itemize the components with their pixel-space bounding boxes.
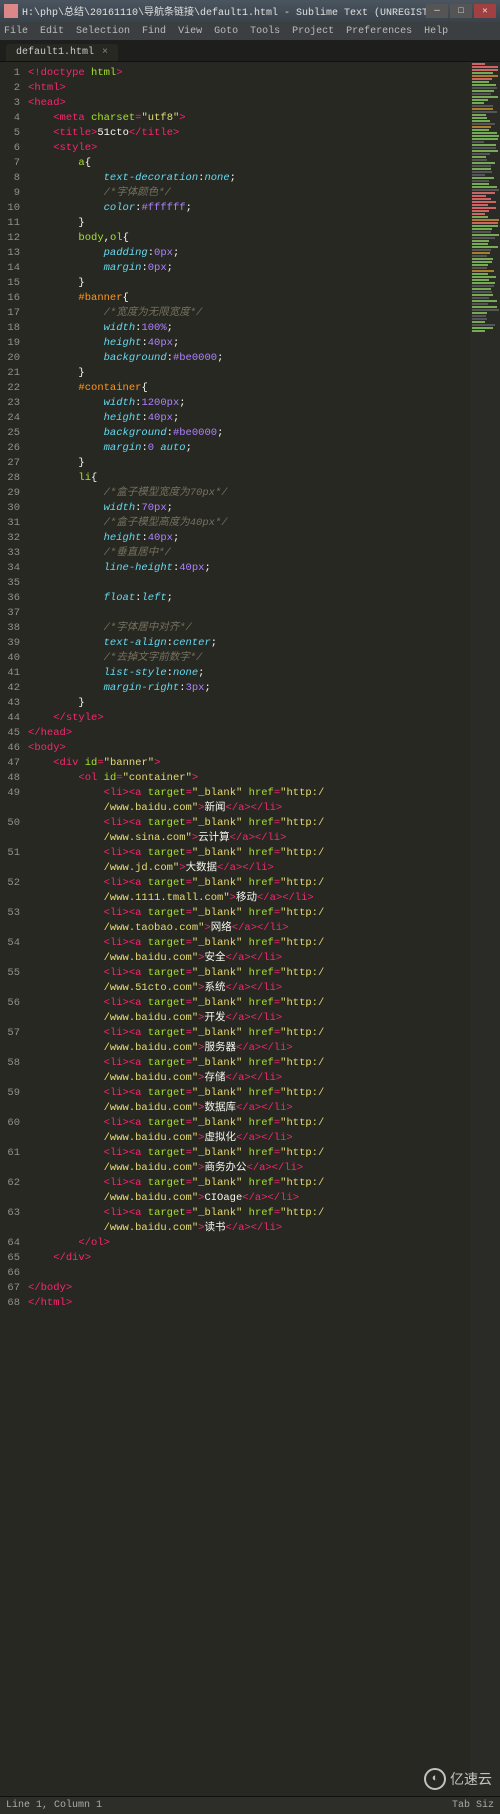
tab-label: default1.html <box>16 47 94 58</box>
menu-edit[interactable]: Edit <box>40 26 64 37</box>
menu-view[interactable]: View <box>178 26 202 37</box>
watermark-text: 亿速云 <box>450 1769 492 1789</box>
maximize-button[interactable]: □ <box>450 4 472 18</box>
menu-goto[interactable]: Goto <box>214 26 238 37</box>
tab-bar: default1.html × <box>0 40 500 62</box>
status-bar: Line 1, Column 1 Tab Siz <box>0 1796 500 1814</box>
menu-find[interactable]: Find <box>142 26 166 37</box>
watermark-icon: ◐ <box>424 1768 446 1790</box>
tab-default1[interactable]: default1.html × <box>6 44 118 61</box>
minimap[interactable] <box>470 62 500 1796</box>
menu-tools[interactable]: Tools <box>250 26 280 37</box>
menu-selection[interactable]: Selection <box>76 26 130 37</box>
menu-bar: File Edit Selection Find View Goto Tools Projec… <box>0 22 500 40</box>
code-content[interactable]: <!doctype html><html><head> <meta charse… <box>28 62 470 1796</box>
editor-area[interactable]: 1234567891011121314151617181920212223242… <box>0 62 500 1796</box>
line-gutter: 1234567891011121314151617181920212223242… <box>0 62 28 1796</box>
menu-file[interactable]: File <box>4 26 28 37</box>
status-cursor: Line 1, Column 1 <box>6 1800 102 1811</box>
menu-project[interactable]: Project <box>292 26 334 37</box>
window-title: H:\php\总结\20161110\导航条链接\default1.html -… <box>22 3 426 19</box>
minimize-button[interactable]: ─ <box>426 4 448 18</box>
status-tab-size[interactable]: Tab Siz <box>452 1800 494 1811</box>
window-titlebar: H:\php\总结\20161110\导航条链接\default1.html -… <box>0 0 500 22</box>
tab-close-icon[interactable]: × <box>102 47 108 58</box>
watermark: ◐ 亿速云 <box>424 1768 492 1790</box>
close-button[interactable]: ✕ <box>474 4 496 18</box>
menu-preferences[interactable]: Preferences <box>346 26 412 37</box>
menu-help[interactable]: Help <box>424 26 448 37</box>
app-icon <box>4 4 18 18</box>
